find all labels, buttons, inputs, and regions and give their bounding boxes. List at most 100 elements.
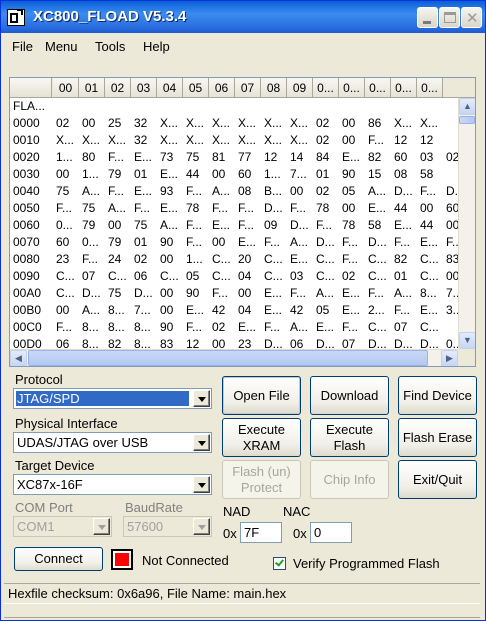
hex-cell[interactable]: E... (209, 217, 235, 234)
hex-cell[interactable]: E... (417, 234, 443, 251)
hex-cell[interactable]: E... (131, 183, 157, 200)
scroll-left-button[interactable]: ◀ (10, 350, 27, 366)
menu-file[interactable]: File (12, 39, 33, 54)
execute-xram-button[interactable]: Execute XRAM (222, 418, 301, 457)
hex-cell[interactable]: 90 (157, 319, 183, 336)
hex-cell[interactable]: 60 (53, 234, 79, 251)
hex-cell[interactable]: F... (209, 200, 235, 217)
hex-cell[interactable]: 78 (313, 200, 339, 217)
hex-cell[interactable]: 58 (365, 217, 391, 234)
hex-cell[interactable]: 02 (209, 319, 235, 336)
chip-info-button[interactable]: Chip Info (310, 460, 389, 499)
protocol-select[interactable]: JTAG/SPD (13, 388, 212, 409)
hex-cell[interactable]: C... (209, 251, 235, 268)
hex-cell[interactable]: 01 (131, 166, 157, 183)
grid-column-header[interactable]: 00 (53, 78, 79, 98)
hex-cell[interactable]: 02 (53, 115, 79, 132)
hex-cell[interactable]: 12 (261, 149, 287, 166)
hex-cell[interactable]: 00 (157, 251, 183, 268)
hex-cell[interactable]: 86 (365, 115, 391, 132)
hex-cell[interactable]: 01 (313, 166, 339, 183)
exit-quit-button[interactable]: Exit/Quit (398, 460, 477, 499)
vertical-scrollbar[interactable]: ▲ ▼ (458, 98, 475, 349)
hex-cell[interactable]: C... (261, 268, 287, 285)
hex-cell[interactable]: F... (79, 251, 105, 268)
table-row[interactable]: 0070 60 0... 79 01 90 F... 00 E... F... A... D... F.… (10, 234, 462, 251)
grid-column-header[interactable]: 0... (417, 78, 443, 98)
table-row[interactable]: 0080 23 F... 24 02 00 1... C... 20 C... E... C... F.… (10, 251, 460, 268)
hex-cell[interactable]: F... (235, 217, 261, 234)
hex-cell[interactable]: C... (417, 268, 443, 285)
hex-cell[interactable]: F... (313, 217, 339, 234)
hex-cell[interactable]: 82 (391, 251, 417, 268)
hex-cell[interactable]: X... (261, 132, 287, 149)
hex-cell[interactable]: X... (53, 132, 79, 149)
open-file-button[interactable]: Open File (222, 376, 301, 415)
target-device-select[interactable]: XC87x-16F (13, 474, 212, 495)
hex-cell[interactable]: F... (131, 200, 157, 217)
hex-cell[interactable]: 58 (417, 166, 443, 183)
hex-cell[interactable]: 44 (391, 200, 417, 217)
protocol-dropdown-button[interactable] (193, 390, 210, 407)
grid-column-header[interactable]: 04 (157, 78, 183, 98)
hex-cell[interactable]: E... (339, 149, 365, 166)
hex-cell[interactable]: C... (105, 268, 131, 285)
hex-cell[interactable]: F... (105, 183, 131, 200)
hex-cell[interactable]: 60 (391, 149, 417, 166)
hex-cell[interactable]: 32 (131, 115, 157, 132)
hex-cell[interactable]: X... (183, 132, 209, 149)
hex-cell[interactable]: 25 (105, 115, 131, 132)
hex-cell[interactable]: D... (313, 234, 339, 251)
horizontal-scroll-thumb[interactable] (28, 350, 428, 366)
hex-cell[interactable]: C... (209, 268, 235, 285)
hex-cell[interactable]: D... (79, 285, 105, 302)
hex-cell[interactable]: 8... (131, 319, 157, 336)
hex-cell[interactable]: F... (235, 200, 261, 217)
hex-cell[interactable]: 05 (339, 183, 365, 200)
hex-cell[interactable]: 00 (105, 217, 131, 234)
hex-cell[interactable]: F... (391, 302, 417, 319)
hex-cell[interactable]: C... (157, 268, 183, 285)
hex-cell[interactable]: F... (417, 183, 443, 200)
physical-interface-dropdown-button[interactable] (193, 434, 210, 451)
grid-column-header[interactable]: 03 (131, 78, 157, 98)
hex-cell[interactable]: 81 (209, 149, 235, 166)
title-bar[interactable]: XC800_FLOAD V5.3.4 ✕ (1, 1, 485, 33)
table-row[interactable]: 0030 00 1... 79 01 E... 44 00 60 1... 7... 01 90 15 08… (10, 166, 460, 183)
hex-cell[interactable]: 32 (131, 132, 157, 149)
hex-cell[interactable]: 00 (287, 183, 313, 200)
grid-column-header[interactable]: 05 (183, 78, 209, 98)
hex-cell[interactable]: 8... (79, 319, 105, 336)
target-device-dropdown-button[interactable] (193, 476, 210, 493)
hex-cell[interactable]: E... (261, 302, 287, 319)
hex-cell[interactable]: C... (261, 251, 287, 268)
hex-cell[interactable]: E... (365, 200, 391, 217)
hex-cell[interactable]: 02 (339, 268, 365, 285)
hex-cell[interactable]: C... (53, 285, 79, 302)
com-port-select[interactable]: COM1 (13, 516, 112, 537)
hex-cell[interactable]: 77 (235, 149, 261, 166)
hex-cell[interactable]: 03 (287, 268, 313, 285)
hex-cell[interactable]: 93 (157, 183, 183, 200)
hex-cell[interactable]: X... (287, 132, 313, 149)
hex-cell[interactable]: A... (79, 183, 105, 200)
hex-cell[interactable]: 23 (53, 251, 79, 268)
hex-cell[interactable]: B... (261, 183, 287, 200)
hex-cell[interactable]: 08 (391, 166, 417, 183)
scroll-down-button[interactable]: ▼ (459, 332, 475, 349)
hex-cell[interactable]: 75 (131, 217, 157, 234)
baud-rate-dropdown-button[interactable] (193, 518, 210, 535)
hex-cell[interactable]: X... (209, 132, 235, 149)
hex-cell[interactable]: 05 (313, 302, 339, 319)
hex-cell[interactable]: 00 (209, 234, 235, 251)
table-row[interactable]: 0040 75 A... F... E... 93 F... A... 08 B... 00 02 05… (10, 183, 465, 200)
grid-column-header[interactable]: 0... (365, 78, 391, 98)
hex-cell[interactable]: F... (261, 319, 287, 336)
hex-cell[interactable]: 00 (339, 115, 365, 132)
hex-cell[interactable]: D... (131, 285, 157, 302)
physical-interface-select[interactable]: UDAS/JTAG over USB (13, 432, 212, 453)
hex-cell[interactable]: 42 (287, 302, 313, 319)
hex-cell[interactable]: D... (391, 183, 417, 200)
hex-cell[interactable]: 02 (313, 132, 339, 149)
hex-cell[interactable]: 82 (365, 149, 391, 166)
